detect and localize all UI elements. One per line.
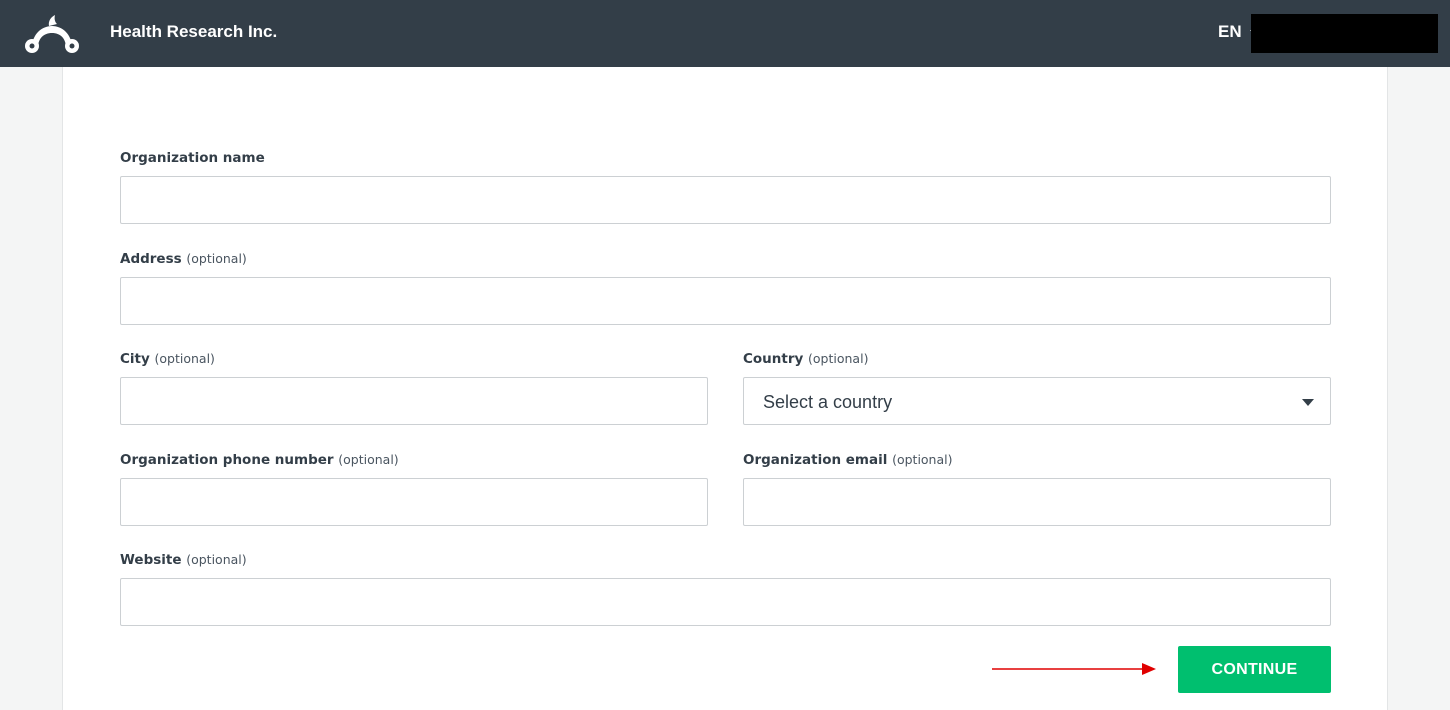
address-label: Address (optional) (120, 251, 247, 267)
email-label: Organization email (optional) (743, 452, 953, 468)
account-menu-redacted[interactable] (1251, 14, 1438, 53)
country-label-text: Country (743, 351, 804, 367)
address-label-text: Address (120, 251, 182, 267)
address-input[interactable] (120, 277, 1331, 325)
website-optional-tag: (optional) (186, 552, 247, 567)
language-label: EN (1218, 22, 1242, 41)
org-name-input[interactable] (120, 176, 1331, 224)
city-input[interactable] (120, 377, 708, 425)
top-bar: Health Research Inc. EN (0, 0, 1450, 67)
caret-down-icon (1302, 399, 1314, 406)
continue-button[interactable]: CONTINUE (1178, 646, 1331, 693)
annotation-arrow-icon (992, 663, 1156, 675)
country-label: Country (optional) (743, 351, 868, 367)
email-optional-tag: (optional) (892, 452, 953, 467)
email-label-text: Organization email (743, 452, 888, 468)
org-name-label: Organization name (120, 150, 265, 166)
country-select-value: Select a country (763, 392, 893, 412)
phone-label: Organization phone number (optional) (120, 452, 399, 468)
phone-input[interactable] (120, 478, 708, 526)
website-label: Website (optional) (120, 552, 247, 568)
country-optional-tag: (optional) (808, 351, 869, 366)
website-input[interactable] (120, 578, 1331, 626)
city-label: City (optional) (120, 351, 215, 367)
city-optional-tag: (optional) (154, 351, 215, 366)
address-optional-tag: (optional) (186, 251, 247, 266)
phone-label-text: Organization phone number (120, 452, 334, 468)
website-label-text: Website (120, 552, 182, 568)
organization-title: Health Research Inc. (110, 22, 278, 41)
phone-optional-tag: (optional) (338, 452, 399, 467)
email-input[interactable] (743, 478, 1331, 526)
country-select[interactable]: Select a country (743, 377, 1331, 425)
city-label-text: City (120, 351, 150, 367)
org-name-label-text: Organization name (120, 150, 265, 166)
surveymonkey-logo-icon[interactable] (22, 12, 82, 56)
